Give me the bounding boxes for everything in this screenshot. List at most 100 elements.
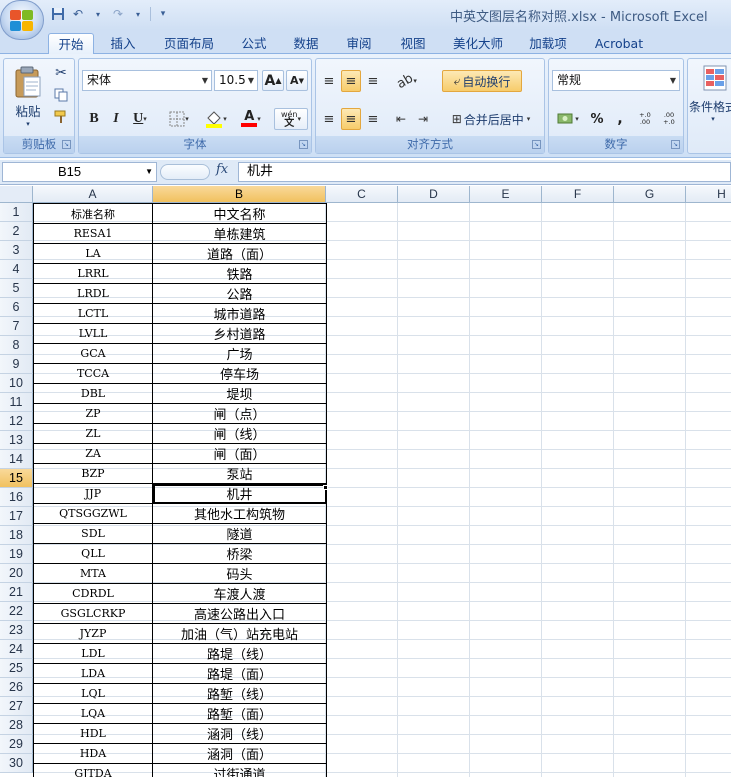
- column-header-g[interactable]: G: [614, 186, 686, 203]
- cell-a[interactable]: LVLL: [33, 323, 153, 344]
- cell-a[interactable]: LRDL: [33, 283, 153, 304]
- copy-button[interactable]: [51, 85, 71, 105]
- column-header-e[interactable]: E: [470, 186, 542, 203]
- row-header[interactable]: 28: [0, 716, 33, 735]
- underline-button[interactable]: U ▾: [128, 108, 152, 130]
- row-header[interactable]: 12: [0, 412, 33, 431]
- cell-b[interactable]: 路堑（面）: [152, 703, 327, 724]
- cell-b[interactable]: 路堑（线）: [152, 683, 327, 704]
- conditional-formatting-button[interactable]: 条件格式 ▾: [689, 61, 731, 131]
- cell-a[interactable]: ZA: [33, 443, 153, 464]
- cell-a[interactable]: GJTDA: [33, 763, 153, 777]
- row-header[interactable]: 29: [0, 735, 33, 754]
- align-top-button[interactable]: ≡: [319, 70, 339, 92]
- undo-dropdown-icon[interactable]: ▾: [90, 6, 106, 22]
- tab-insert[interactable]: 插入: [100, 33, 146, 55]
- cell-a[interactable]: HDA: [33, 743, 153, 764]
- row-header[interactable]: 21: [0, 583, 33, 602]
- cell-a[interactable]: QLL: [33, 543, 153, 564]
- cell-a[interactable]: ZL: [33, 423, 153, 444]
- phonetic-guide-button[interactable]: wén 文 ▾: [274, 108, 308, 130]
- font-size-dropdown-icon[interactable]: ▼: [248, 71, 254, 90]
- font-size-combo[interactable]: 10.5 ▼: [214, 70, 258, 91]
- grow-font-button[interactable]: A ▲: [262, 70, 284, 91]
- tab-view[interactable]: 视图: [390, 33, 436, 55]
- font-name-dropdown-icon[interactable]: ▼: [202, 71, 208, 90]
- bold-button[interactable]: B: [84, 108, 104, 130]
- cell-a[interactable]: JJP: [33, 483, 153, 504]
- percent-button[interactable]: %: [586, 108, 608, 130]
- tab-home[interactable]: 开始: [48, 33, 94, 55]
- row-header[interactable]: 18: [0, 526, 33, 545]
- orientation-button[interactable]: ab ▾: [391, 70, 423, 92]
- cell-b[interactable]: 中文名称: [152, 203, 327, 224]
- column-header-h[interactable]: H: [686, 186, 731, 203]
- row-header[interactable]: 7: [0, 317, 33, 336]
- row-header[interactable]: 27: [0, 697, 33, 716]
- align-right-button[interactable]: ≡: [363, 108, 383, 130]
- row-header[interactable]: 13: [0, 431, 33, 450]
- fill-handle[interactable]: [323, 485, 328, 490]
- font-color-button[interactable]: A ▾: [236, 108, 266, 130]
- cell-b[interactable]: 广场: [152, 343, 327, 364]
- row-header[interactable]: 19: [0, 545, 33, 564]
- name-box-dropdown-icon[interactable]: ▼: [145, 163, 153, 181]
- formula-input[interactable]: 机井: [238, 162, 731, 182]
- cell-a[interactable]: JYZP: [33, 623, 153, 644]
- cell-a[interactable]: TCCA: [33, 363, 153, 384]
- decrease-indent-button[interactable]: ⇤: [391, 108, 411, 130]
- cell-b[interactable]: 路堤（面）: [152, 663, 327, 684]
- cell-a[interactable]: 标准名称: [33, 203, 153, 224]
- formula-bar-resize-handle[interactable]: [160, 164, 210, 180]
- cell-b[interactable]: 泵站: [152, 463, 327, 484]
- decrease-decimal-button[interactable]: .00 +.0: [658, 108, 680, 130]
- undo-icon[interactable]: ↶: [70, 6, 86, 22]
- cell-b[interactable]: 乡村道路: [152, 323, 327, 344]
- row-header[interactable]: 16: [0, 488, 33, 507]
- align-bottom-button[interactable]: ≡: [363, 70, 383, 92]
- row-header[interactable]: 10: [0, 374, 33, 393]
- column-header-b[interactable]: B: [153, 186, 326, 203]
- cell-b[interactable]: 闸（点）: [152, 403, 327, 424]
- cell-b[interactable]: 其他水工构筑物: [152, 503, 327, 524]
- cell-b[interactable]: 高速公路出入口: [152, 603, 327, 624]
- cell-b[interactable]: 单栋建筑: [152, 223, 327, 244]
- cell-b[interactable]: 隧道: [152, 523, 327, 544]
- cell-b[interactable]: 道路（面）: [152, 243, 327, 264]
- tab-page-layout[interactable]: 页面布局: [158, 33, 220, 55]
- cell-b[interactable]: 闸（面）: [152, 443, 327, 464]
- font-name-combo[interactable]: 宋体 ▼: [82, 70, 212, 91]
- align-center-button[interactable]: ≡: [341, 108, 361, 130]
- cell-a[interactable]: BZP: [33, 463, 153, 484]
- column-header-c[interactable]: C: [326, 186, 398, 203]
- cell-a[interactable]: HDL: [33, 723, 153, 744]
- tab-formulas[interactable]: 公式: [232, 33, 276, 55]
- row-header[interactable]: 14: [0, 450, 33, 469]
- row-header[interactable]: 15: [0, 469, 33, 488]
- cell-b[interactable]: 公路: [152, 283, 327, 304]
- tab-acrobat[interactable]: Acrobat: [586, 33, 652, 55]
- cell-a[interactable]: MTA: [33, 563, 153, 584]
- cell-a[interactable]: LQL: [33, 683, 153, 704]
- save-icon[interactable]: [50, 6, 66, 22]
- number-format-dropdown-icon[interactable]: ▼: [670, 71, 676, 90]
- italic-button[interactable]: I: [106, 108, 126, 130]
- cell-a[interactable]: ZP: [33, 403, 153, 424]
- tab-addins[interactable]: 加载项: [520, 33, 576, 55]
- office-button[interactable]: [0, 0, 44, 40]
- cell-b[interactable]: 码头: [152, 563, 327, 584]
- column-header-d[interactable]: D: [398, 186, 470, 203]
- increase-indent-button[interactable]: ⇥: [413, 108, 433, 130]
- alignment-launcher-icon[interactable]: ↘: [532, 140, 541, 149]
- redo-icon[interactable]: ↷: [110, 6, 126, 22]
- row-header[interactable]: 11: [0, 393, 33, 412]
- cell-a[interactable]: LA: [33, 243, 153, 264]
- tab-beautify[interactable]: 美化大师: [444, 33, 512, 55]
- cell-a[interactable]: GSGLCRKP: [33, 603, 153, 624]
- column-header-f[interactable]: F: [542, 186, 614, 203]
- tab-review[interactable]: 审阅: [336, 33, 382, 55]
- insert-function-icon[interactable]: fx: [216, 162, 228, 177]
- comma-button[interactable]: ,: [610, 108, 630, 130]
- cell-a[interactable]: LDL: [33, 643, 153, 664]
- name-box[interactable]: B15 ▼: [2, 162, 157, 182]
